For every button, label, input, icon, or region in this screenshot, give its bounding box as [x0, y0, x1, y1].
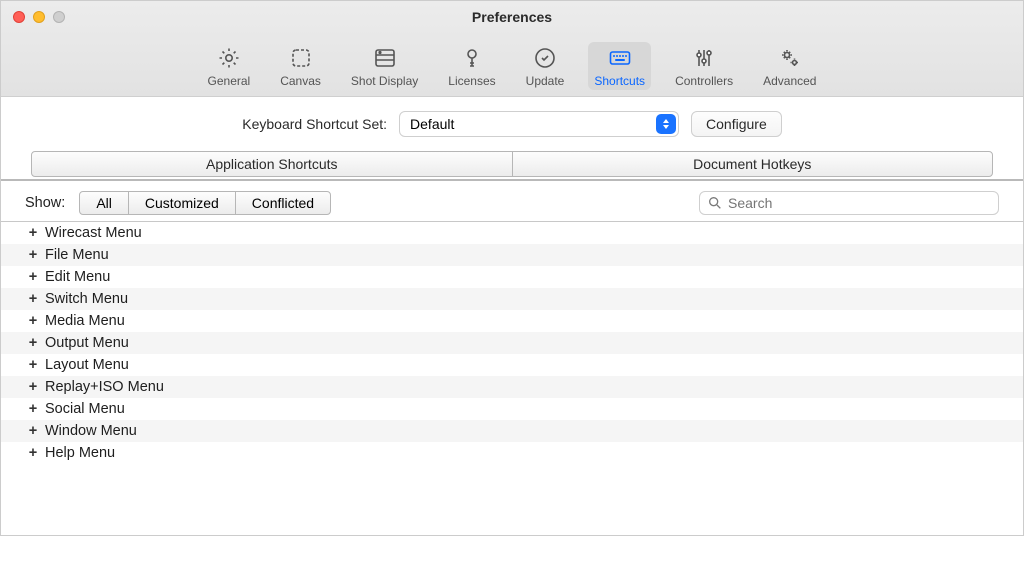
list-item-label: Window Menu — [45, 423, 137, 439]
list-item[interactable]: + Window Menu — [1, 420, 1023, 442]
tab-document-hotkeys[interactable]: Document Hotkeys — [513, 152, 993, 176]
toolbar-label: Controllers — [675, 74, 733, 88]
list-item-label: Edit Menu — [45, 269, 110, 285]
canvas-icon — [289, 46, 313, 70]
list-item-label: File Menu — [45, 247, 109, 263]
list-item-label: Social Menu — [45, 401, 125, 417]
list-item-label: Replay+ISO Menu — [45, 379, 164, 395]
list-item[interactable]: + Replay+ISO Menu — [1, 376, 1023, 398]
expand-icon: + — [27, 313, 39, 329]
list-item[interactable]: + Media Menu — [1, 310, 1023, 332]
keyboard-icon — [608, 46, 632, 70]
list-item[interactable]: + Switch Menu — [1, 288, 1023, 310]
toolbar-label: Canvas — [280, 74, 321, 88]
gear-icon — [217, 46, 241, 70]
gears-icon — [778, 46, 802, 70]
section-tabs: Application Shortcuts Document Hotkeys — [31, 151, 993, 177]
list-item-label: Switch Menu — [45, 291, 128, 307]
expand-icon: + — [27, 269, 39, 285]
key-icon — [460, 46, 484, 70]
sliders-icon — [692, 46, 716, 70]
filter-customized[interactable]: Customized — [129, 192, 236, 214]
toolbar-label: Shot Display — [351, 74, 418, 88]
list-item-label: Layout Menu — [45, 357, 129, 373]
toolbar-label: General — [208, 74, 251, 88]
update-icon — [533, 46, 557, 70]
filter-segmented: All Customized Conflicted — [79, 191, 331, 215]
search-input[interactable] — [699, 191, 999, 215]
filter-all[interactable]: All — [80, 192, 129, 214]
tab-canvas[interactable]: Canvas — [274, 42, 327, 90]
shortcut-menu-list: + Wirecast Menu + File Menu + Edit Menu + Sw… — [1, 222, 1023, 492]
expand-icon: + — [27, 291, 39, 307]
tab-application-shortcuts[interactable]: Application Shortcuts — [32, 152, 513, 176]
filter-conflicted[interactable]: Conflicted — [236, 192, 330, 214]
tab-update[interactable]: Update — [520, 42, 571, 90]
expand-icon: + — [27, 225, 39, 241]
shortcut-set-label: Keyboard Shortcut Set: — [242, 116, 387, 132]
list-item-label: Output Menu — [45, 335, 129, 351]
titlebar: Preferences General Canvas Shot Display … — [1, 1, 1023, 97]
list-item[interactable]: + File Menu — [1, 244, 1023, 266]
list-item[interactable]: + Edit Menu — [1, 266, 1023, 288]
expand-icon: + — [27, 445, 39, 461]
filter-row: Show: All Customized Conflicted — [1, 181, 1023, 222]
list-item-label: Wirecast Menu — [45, 225, 142, 241]
shortcut-set-row: Keyboard Shortcut Set: Configure — [1, 111, 1023, 137]
toolbar-label: Update — [526, 74, 565, 88]
list-item[interactable]: + Layout Menu — [1, 354, 1023, 376]
list-item-label: Media Menu — [45, 313, 125, 329]
shortcut-set-value[interactable] — [399, 111, 679, 137]
prefs-toolbar: General Canvas Shot Display Licenses Upd… — [1, 42, 1023, 90]
search-icon — [707, 195, 723, 211]
expand-icon: + — [27, 401, 39, 417]
expand-icon: + — [27, 379, 39, 395]
filter-label: Show: — [25, 195, 65, 211]
toolbar-label: Licenses — [448, 74, 495, 88]
shortcut-set-select[interactable] — [399, 111, 679, 137]
tab-general[interactable]: General — [202, 42, 257, 90]
tab-controllers[interactable]: Controllers — [669, 42, 739, 90]
tab-shot-display[interactable]: Shot Display — [345, 42, 424, 90]
shot-display-icon — [373, 46, 397, 70]
footer-blank — [1, 492, 1023, 562]
list-item[interactable]: + Help Menu — [1, 442, 1023, 464]
list-item[interactable]: + Wirecast Menu — [1, 222, 1023, 244]
chevron-up-down-icon — [656, 114, 676, 134]
list-item[interactable]: + Output Menu — [1, 332, 1023, 354]
content: Keyboard Shortcut Set: Configure Applica… — [1, 97, 1023, 492]
list-item[interactable]: + Social Menu — [1, 398, 1023, 420]
search-field[interactable] — [699, 191, 999, 215]
tab-licenses[interactable]: Licenses — [442, 42, 501, 90]
tab-advanced[interactable]: Advanced — [757, 42, 822, 90]
toolbar-label: Advanced — [763, 74, 816, 88]
expand-icon: + — [27, 423, 39, 439]
tab-shortcuts[interactable]: Shortcuts — [588, 42, 651, 90]
toolbar-label: Shortcuts — [594, 74, 645, 88]
configure-button[interactable]: Configure — [691, 111, 782, 137]
list-item-label: Help Menu — [45, 445, 115, 461]
expand-icon: + — [27, 247, 39, 263]
expand-icon: + — [27, 335, 39, 351]
expand-icon: + — [27, 357, 39, 373]
window-title: Preferences — [1, 9, 1023, 25]
